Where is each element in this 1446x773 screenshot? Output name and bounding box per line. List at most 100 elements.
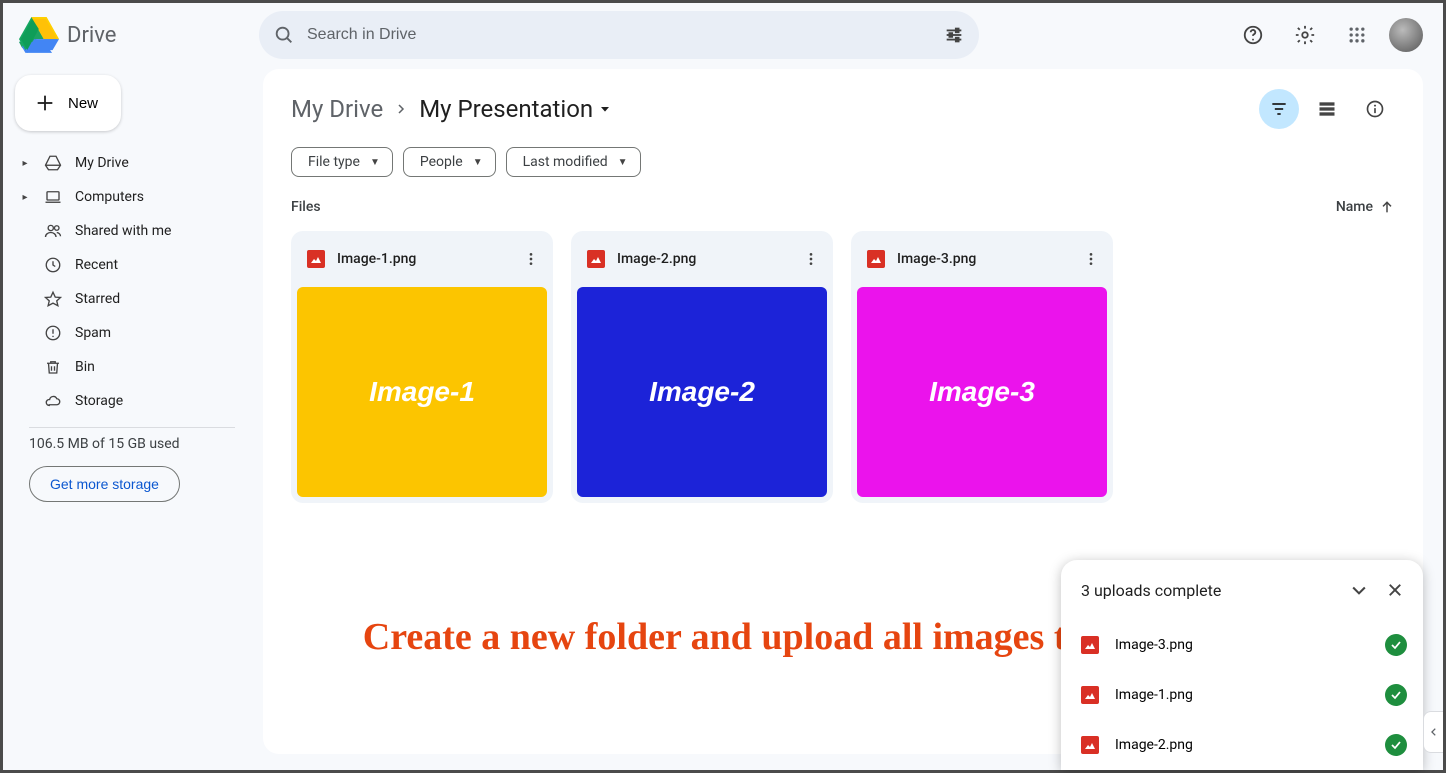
nav-label: Bin xyxy=(75,359,95,375)
image-type-icon xyxy=(587,250,605,268)
breadcrumb-current[interactable]: My Presentation xyxy=(419,95,613,123)
success-check-icon xyxy=(1385,684,1407,706)
image-type-icon xyxy=(1081,736,1099,754)
settings-icon[interactable] xyxy=(1285,15,1325,55)
clock-icon xyxy=(43,256,63,274)
expand-icon[interactable]: ▸ xyxy=(19,158,31,169)
upload-status-panel: 3 uploads complete Image-3.png Image-1.p… xyxy=(1061,560,1423,770)
nav-starred[interactable]: Starred xyxy=(15,283,239,315)
image-type-icon xyxy=(1081,636,1099,654)
chip-last-modified[interactable]: Last modified ▼ xyxy=(506,147,641,177)
image-type-icon xyxy=(867,250,885,268)
arrow-up-icon xyxy=(1379,199,1395,215)
nav-my-drive[interactable]: ▸ My Drive xyxy=(15,147,239,179)
chip-people[interactable]: People ▼ xyxy=(403,147,496,177)
upload-title: 3 uploads complete xyxy=(1081,581,1221,600)
search-options-icon[interactable] xyxy=(943,24,965,46)
more-options-icon[interactable] xyxy=(1075,243,1107,275)
laptop-icon xyxy=(43,188,63,206)
storage-usage-text: 106.5 MB of 15 GB used xyxy=(29,436,239,452)
file-card[interactable]: Image-2.png Image-2 xyxy=(571,231,833,503)
apps-icon[interactable] xyxy=(1337,15,1377,55)
app-name: Drive xyxy=(67,23,116,48)
upload-item-name: Image-2.png xyxy=(1115,737,1193,753)
filter-icon[interactable] xyxy=(1259,89,1299,129)
list-view-icon[interactable] xyxy=(1307,89,1347,129)
search-input[interactable] xyxy=(307,26,931,44)
file-header: Image-3.png xyxy=(851,231,1113,287)
filter-chips: File type ▼ People ▼ Last modified ▼ xyxy=(291,147,1395,177)
nav-recent[interactable]: Recent xyxy=(15,249,239,281)
tutorial-annotation: Create a new folder and upload all image… xyxy=(358,609,1123,666)
upload-item[interactable]: Image-2.png xyxy=(1061,720,1423,770)
nav-bin[interactable]: Bin xyxy=(15,351,239,383)
view-toolbar xyxy=(1259,89,1395,129)
nav-label: Computers xyxy=(75,189,144,205)
sort-button[interactable]: Name xyxy=(1336,199,1395,215)
search-icon xyxy=(273,24,295,46)
spam-icon xyxy=(43,324,63,342)
close-icon[interactable] xyxy=(1381,576,1409,604)
chevron-down-icon xyxy=(597,101,613,117)
file-thumbnail[interactable]: Image-2 xyxy=(577,287,827,497)
new-button[interactable]: New xyxy=(15,75,121,131)
side-panel-toggle[interactable] xyxy=(1423,711,1443,753)
header-icons xyxy=(1233,15,1427,55)
cloud-icon xyxy=(43,392,63,410)
file-header: Image-1.png xyxy=(291,231,553,287)
drive-icon xyxy=(43,154,63,172)
nav-computers[interactable]: ▸ Computers xyxy=(15,181,239,213)
support-icon[interactable] xyxy=(1233,15,1273,55)
logo-block[interactable]: Drive xyxy=(19,15,251,55)
upload-item[interactable]: Image-3.png xyxy=(1061,620,1423,670)
nav-label: Starred xyxy=(75,291,120,307)
file-thumbnail[interactable]: Image-1 xyxy=(297,287,547,497)
upload-item[interactable]: Image-1.png xyxy=(1061,670,1423,720)
image-type-icon xyxy=(307,250,325,268)
chip-label: File type xyxy=(308,154,360,170)
file-card[interactable]: Image-3.png Image-3 xyxy=(851,231,1113,503)
chevron-right-icon xyxy=(395,103,407,115)
nav-label: Storage xyxy=(75,393,123,409)
nav: ▸ My Drive ▸ Computers Shared with me Re… xyxy=(15,147,239,417)
file-header: Image-2.png xyxy=(571,231,833,287)
file-name: Image-1.png xyxy=(337,251,416,267)
chip-label: People xyxy=(420,154,463,170)
breadcrumb-root[interactable]: My Drive xyxy=(291,95,383,123)
chevron-down-icon: ▼ xyxy=(473,157,483,168)
new-button-label: New xyxy=(68,95,98,112)
expand-icon[interactable]: ▸ xyxy=(19,192,31,203)
drive-logo-icon xyxy=(19,15,59,55)
chip-label: Last modified xyxy=(523,154,608,170)
get-more-storage-button[interactable]: Get more storage xyxy=(29,466,180,502)
search-bar[interactable] xyxy=(259,11,979,59)
breadcrumb-current-label: My Presentation xyxy=(419,95,593,123)
upload-item-name: Image-3.png xyxy=(1115,637,1193,653)
files-grid: Image-1.png Image-1 Image-2.png Image-2 … xyxy=(291,231,1395,503)
star-icon xyxy=(43,290,63,308)
file-thumbnail[interactable]: Image-3 xyxy=(857,287,1107,497)
nav-storage[interactable]: Storage xyxy=(15,385,239,417)
nav-shared[interactable]: Shared with me xyxy=(15,215,239,247)
nav-label: My Drive xyxy=(75,155,129,171)
nav-spam[interactable]: Spam xyxy=(15,317,239,349)
more-options-icon[interactable] xyxy=(515,243,547,275)
account-avatar[interactable] xyxy=(1389,18,1423,52)
chip-file-type[interactable]: File type ▼ xyxy=(291,147,393,177)
info-icon[interactable] xyxy=(1355,89,1395,129)
people-icon xyxy=(43,222,63,240)
image-type-icon xyxy=(1081,686,1099,704)
breadcrumb: My Drive My Presentation xyxy=(291,89,1395,129)
chevron-down-icon: ▼ xyxy=(370,157,380,168)
nav-label: Shared with me xyxy=(75,223,171,239)
chevron-down-icon: ▼ xyxy=(618,157,628,168)
file-card[interactable]: Image-1.png Image-1 xyxy=(291,231,553,503)
nav-label: Spam xyxy=(75,325,111,341)
upload-item-name: Image-1.png xyxy=(1115,687,1193,703)
plus-icon xyxy=(34,92,56,114)
sort-label: Name xyxy=(1336,199,1373,215)
file-name: Image-2.png xyxy=(617,251,696,267)
collapse-icon[interactable] xyxy=(1345,576,1373,604)
sidebar: New ▸ My Drive ▸ Computers Shared with m… xyxy=(3,67,251,510)
more-options-icon[interactable] xyxy=(795,243,827,275)
